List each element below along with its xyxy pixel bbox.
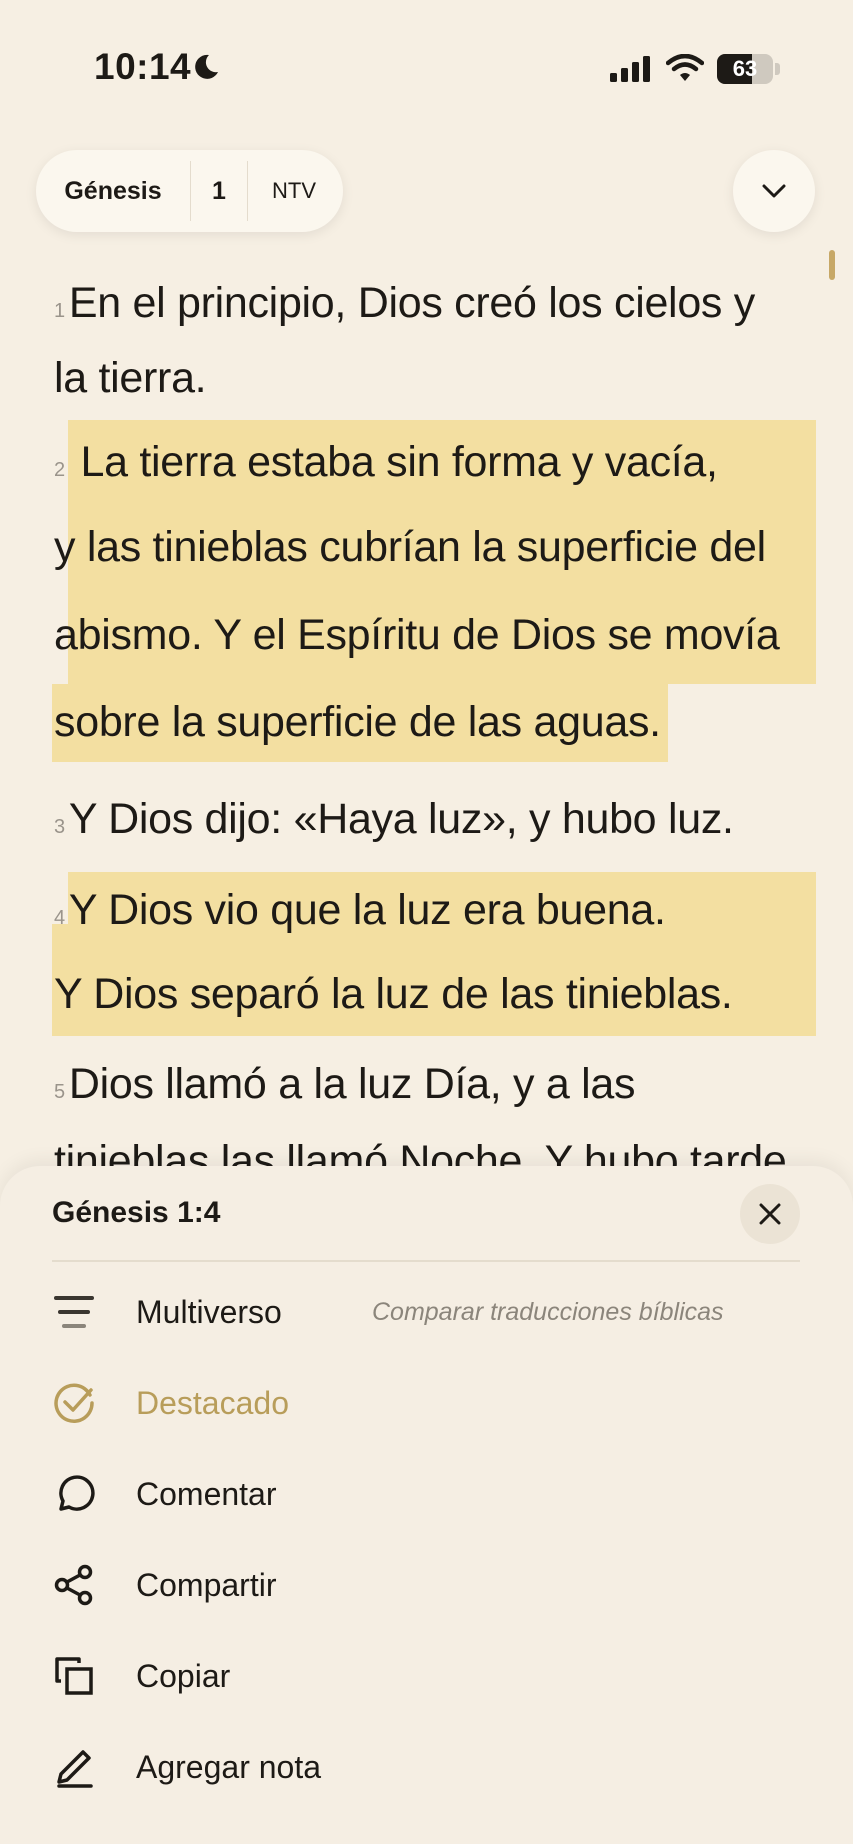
action-agregar-nota[interactable]: Agregar nota	[52, 1735, 800, 1799]
action-compartir[interactable]: Compartir	[52, 1553, 800, 1617]
divider	[52, 1260, 800, 1262]
verse-line[interactable]: Y Dios separó la luz de las tinieblas.	[54, 969, 733, 1019]
battery-cap	[775, 63, 780, 75]
verse-text: Y Dios dijo: «Haya luz», y hubo luz.	[68, 795, 734, 843]
verse-text: Y Dios separó la luz de las tinieblas.	[54, 970, 733, 1018]
verse-text: En el principio, Dios creó los cielos y	[68, 279, 755, 327]
verse-line[interactable]: sobre la superficie de las aguas.	[54, 697, 661, 747]
expand-button[interactable]	[733, 150, 815, 232]
battery-indicator: 63	[717, 54, 773, 84]
verse-text: y las tinieblas cubrían la superficie de…	[54, 523, 766, 571]
verse-number: 1	[54, 300, 65, 322]
action-label: Copiar	[136, 1657, 231, 1694]
passage-selector: Génesis 1 NTV	[36, 150, 343, 232]
chevron-down-icon	[762, 184, 786, 198]
close-button[interactable]	[740, 1184, 800, 1244]
verse-text: abismo. Y el Espíritu de Dios se movía	[54, 611, 780, 659]
verse-text: Y Dios vio que la luz era buena.	[68, 886, 666, 934]
verse-line[interactable]: 4Y Dios vio que la luz era buena.	[54, 885, 666, 943]
verse-line[interactable]: 2 La tierra estaba sin forma y vacía,	[54, 437, 718, 495]
verse-line[interactable]: 3Y Dios dijo: «Haya luz», y hubo luz.	[54, 794, 734, 852]
verse-actions-sheet: Génesis 1:4 Multiverso Comparar traducci…	[0, 1166, 853, 1844]
verse-number: 4	[54, 907, 65, 929]
lines-icon	[52, 1290, 96, 1334]
verse-line[interactable]: 5Dios llamó a la luz Día, y a las	[54, 1059, 635, 1117]
version-selector[interactable]: NTV	[248, 150, 340, 232]
verse-text: Dios llamó a la luz Día, y a las	[68, 1060, 636, 1108]
action-label: Comentar	[136, 1475, 277, 1512]
action-multiverso[interactable]: Multiverso Comparar traducciones bíblica…	[52, 1280, 800, 1344]
verse-text: sobre la superficie de las aguas.	[54, 698, 661, 746]
verse-text: la tierra.	[54, 354, 207, 402]
chapter-selector[interactable]: 1	[190, 161, 248, 221]
battery-level: 63	[732, 56, 758, 81]
status-bar: 10:14 63	[0, 0, 853, 140]
action-comentar[interactable]: Comentar	[52, 1462, 800, 1526]
action-description: Comparar traducciones bíblicas	[372, 1297, 724, 1326]
moon-icon	[195, 54, 218, 79]
copy-icon	[52, 1654, 96, 1698]
signal-icon	[610, 56, 650, 82]
pencil-icon	[52, 1745, 96, 1789]
action-destacado[interactable]: Destacado	[52, 1371, 800, 1435]
action-label: Agregar nota	[136, 1748, 322, 1785]
action-label: Destacado	[136, 1384, 289, 1421]
verse-number: 2	[54, 459, 65, 481]
verse-line[interactable]: abismo. Y el Espíritu de Dios se movía	[54, 610, 780, 660]
comment-icon	[52, 1472, 96, 1516]
sheet-title: Génesis 1:4	[52, 1196, 221, 1229]
action-copiar[interactable]: Copiar	[52, 1644, 800, 1708]
action-label: Multiverso	[136, 1293, 282, 1330]
verse-line[interactable]: 1En el principio, Dios creó los cielos y	[54, 278, 755, 336]
verse-line[interactable]: y las tinieblas cubrían la superficie de…	[54, 522, 766, 572]
verse-number: 3	[54, 816, 65, 838]
action-label: Compartir	[136, 1566, 277, 1603]
verse-text: La tierra estaba sin forma y vacía,	[80, 438, 718, 486]
check-circle-icon	[52, 1381, 96, 1425]
scroll-indicator[interactable]	[829, 250, 835, 280]
status-time: 10:14	[94, 46, 192, 87]
close-icon	[759, 1203, 781, 1225]
book-selector[interactable]: Génesis	[36, 150, 190, 232]
share-icon	[52, 1563, 96, 1607]
wifi-icon	[666, 54, 704, 81]
verse-line[interactable]: la tierra.	[54, 353, 207, 403]
verse-number: 5	[54, 1081, 65, 1103]
